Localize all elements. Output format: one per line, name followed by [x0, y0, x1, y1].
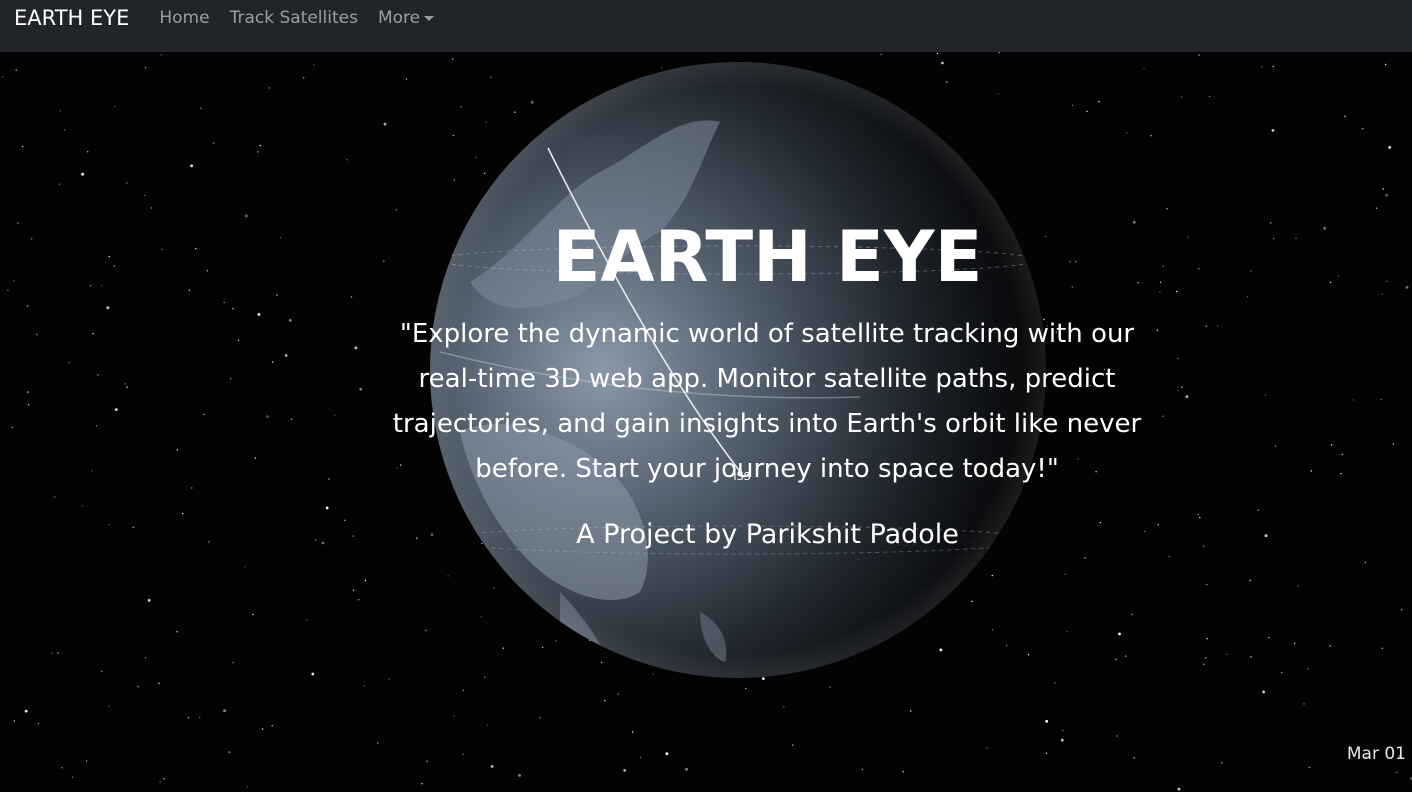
caret-down-icon: [424, 16, 435, 21]
nav-dropdown-more[interactable]: More: [377, 8, 435, 28]
hero-title: EARTH EYE: [552, 216, 983, 298]
nav-link-home[interactable]: Home: [159, 8, 209, 28]
globe-viewer[interactable]: ISS EARTH EYE "Explore the dynamic world…: [0, 52, 1412, 792]
navbar: EARTH EYE Home Track Satellites More: [0, 0, 1412, 52]
nav-link-track-satellites[interactable]: Track Satellites: [230, 8, 358, 28]
hero-credit: A Project by Parikshit Padole: [576, 519, 959, 550]
hero-quote: "Explore the dynamic world of satellite …: [392, 319, 1142, 484]
nav-more-label: More: [377, 8, 421, 28]
timeline-date: Mar 01: [1346, 744, 1406, 764]
brand-link[interactable]: EARTH EYE: [14, 6, 129, 30]
